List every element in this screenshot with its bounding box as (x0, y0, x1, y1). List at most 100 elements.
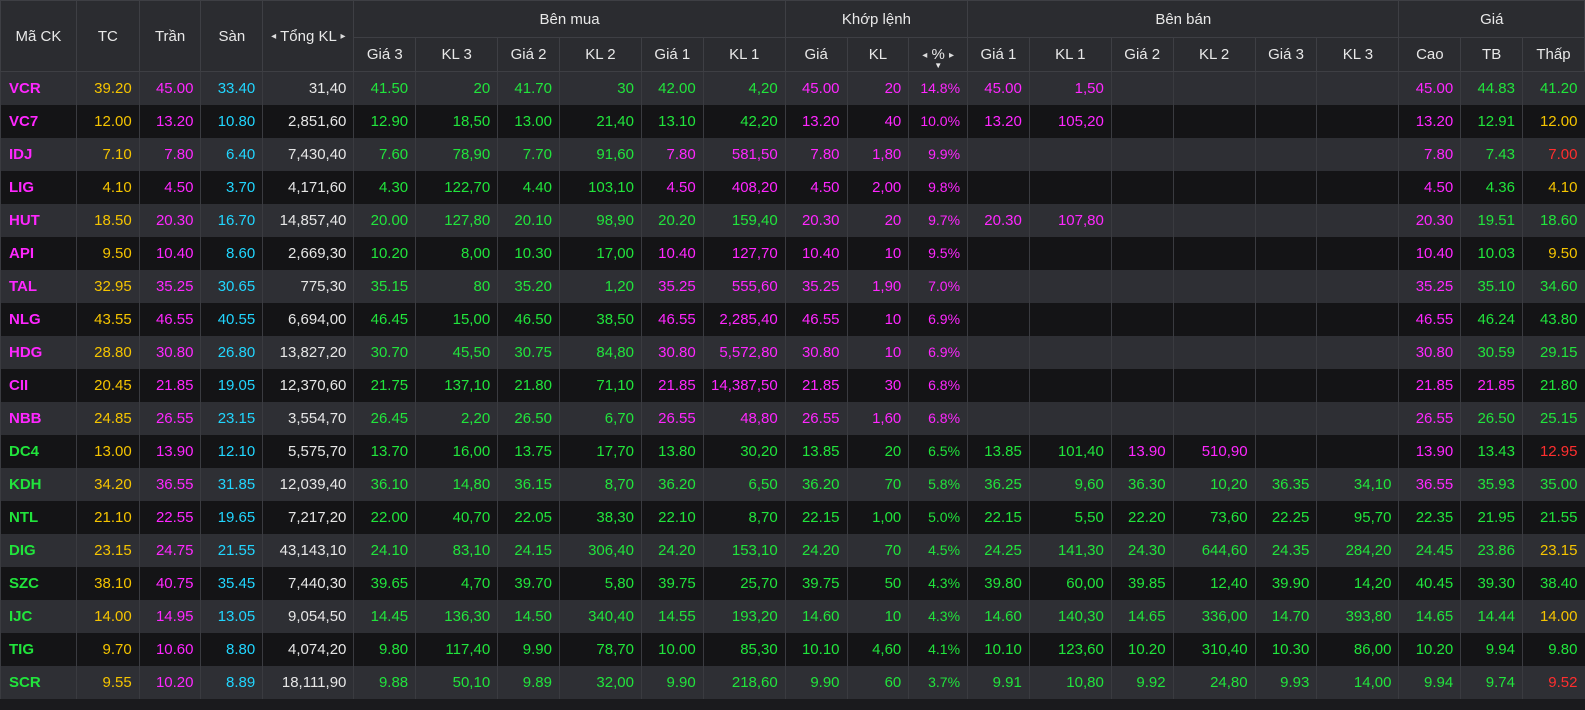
table-row[interactable]: NBB 24.85 26.55 23.15 3,554,70 26.45 2,20 26.50… (0, 401, 1585, 435)
caret-left-icon[interactable]: ◂ (922, 50, 927, 61)
floor-price-cell: 35.45 (200, 566, 263, 600)
col-symbol-header[interactable]: Mã CK (0, 0, 77, 72)
match-percent-header[interactable]: ◂ % ▸ ▼ (908, 37, 969, 72)
table-row[interactable]: KDH 34.20 36.55 31.85 12,039,40 36.10 14,80 36.… (0, 467, 1585, 501)
caret-right-icon[interactable]: ▸ (949, 50, 954, 61)
bid-volume-3-cell: 15,00 (415, 302, 498, 336)
table-row[interactable]: NTL 21.10 22.55 19.65 7,217,20 22.00 40,70 22.0… (0, 500, 1585, 534)
ref-price-cell: 13.00 (75, 434, 140, 468)
table-row[interactable]: NLG 43.55 46.55 40.55 6,694,00 46.45 15,00 46.5… (0, 302, 1585, 336)
table-row[interactable]: IDJ 7.10 7.80 6.40 7,430,40 7.60 78,90 7.70 91,6… (0, 137, 1585, 171)
symbol-cell[interactable]: API (0, 236, 77, 270)
sell-col-header[interactable]: KL 2 (1172, 37, 1256, 72)
table-row[interactable]: DIG 23.15 24.75 21.55 43,143,10 24.10 83,10 24.… (0, 533, 1585, 567)
buy-col-header[interactable]: KL 1 (702, 37, 786, 72)
ask-price-1-cell: 24.25 (967, 533, 1030, 567)
match-percent-cell: 9.9% (908, 137, 968, 171)
symbol-cell[interactable]: HDG (0, 335, 77, 369)
table-row[interactable]: TIG 9.70 10.60 8.80 4,074,20 9.80 117,40 9.90 78… (0, 632, 1585, 666)
col-floor-header[interactable]: Sàn (200, 0, 264, 72)
floor-price-cell: 19.05 (200, 368, 263, 402)
table-row[interactable]: HDG 28.80 30.80 26.80 13,827,20 30.70 45,50 30.… (0, 335, 1585, 369)
high-price-cell: 7.80 (1398, 137, 1461, 171)
symbol-cell[interactable]: TAL (0, 269, 77, 303)
symbol-cell[interactable]: NLG (0, 302, 77, 336)
sell-col-header[interactable]: Giá 1 (967, 37, 1030, 72)
avg-price-cell: 46.24 (1460, 302, 1523, 336)
table-row[interactable]: API 9.50 10.40 8.60 2,669,30 10.20 8,00 10.30 17… (0, 236, 1585, 270)
match-price-cell: 45.00 (784, 71, 848, 105)
table-row[interactable]: SCR 9.55 10.20 8.89 18,111,90 9.88 50,10 9.89 32… (0, 665, 1585, 699)
sell-col-header[interactable]: KL 1 (1028, 37, 1112, 72)
symbol-cell[interactable]: VC7 (0, 104, 77, 138)
symbol-cell[interactable]: VCR (0, 71, 77, 105)
symbol-cell[interactable]: DC4 (0, 434, 77, 468)
match-volume-header[interactable]: KL (846, 37, 910, 72)
floor-price-cell: 33.40 (200, 71, 263, 105)
price-col-header[interactable]: Thấp (1522, 37, 1585, 72)
match-volume-cell: 4,60 (846, 632, 909, 666)
ask-price-2-cell (1110, 170, 1174, 204)
caret-right-icon[interactable]: ▸ (340, 31, 345, 42)
low-price-cell: 25.15 (1522, 401, 1585, 435)
sell-group-header: Bên bán (967, 0, 1400, 38)
table-row[interactable]: LIG 4.10 4.50 3.70 4,171,60 4.30 122,70 4.40 103… (0, 170, 1585, 204)
buy-col-header[interactable]: Giá 2 (497, 37, 560, 72)
symbol-cell[interactable]: TIG (0, 632, 77, 666)
ask-volume-1-cell: 123,60 (1028, 632, 1112, 666)
bid-volume-2-cell: 38,50 (558, 302, 642, 336)
match-price-header[interactable]: Giá (784, 37, 848, 72)
bid-price-1-cell: 26.55 (640, 401, 704, 435)
bid-volume-1-cell: 581,50 (702, 137, 786, 171)
floor-price-cell: 6.40 (200, 137, 263, 171)
caret-left-icon[interactable]: ◂ (271, 31, 276, 42)
symbol-cell[interactable]: IDJ (0, 137, 77, 171)
ask-price-2-cell (1110, 269, 1174, 303)
symbol-cell[interactable]: NBB (0, 401, 77, 435)
symbol-cell[interactable]: SCR (0, 665, 77, 699)
sort-desc-icon[interactable]: ▼ (934, 61, 942, 70)
table-row[interactable]: DC4 13.00 13.90 12.10 5,575,70 13.70 16,00 13.7… (0, 434, 1585, 468)
symbol-cell[interactable]: LIG (0, 170, 77, 204)
bid-price-2-cell: 22.05 (497, 500, 560, 534)
price-col-header[interactable]: Cao (1398, 37, 1462, 72)
price-col-header[interactable]: TB (1460, 37, 1523, 72)
bid-price-3-cell: 20.00 (353, 203, 416, 237)
symbol-cell[interactable]: HUT (0, 203, 77, 237)
buy-col-header[interactable]: KL 3 (415, 37, 499, 72)
buy-col-header[interactable]: Giá 3 (353, 37, 417, 72)
ceiling-price-cell: 40.75 (138, 566, 201, 600)
bid-price-2-cell: 24.15 (497, 533, 560, 567)
symbol-cell[interactable]: NTL (0, 500, 77, 534)
low-price-cell: 29.15 (1522, 335, 1585, 369)
table-row[interactable]: HUT 18.50 20.30 16.70 14,857,40 20.00 127,80 20… (0, 203, 1585, 237)
symbol-cell[interactable]: SZC (0, 566, 77, 600)
table-row[interactable]: SZC 38.10 40.75 35.45 7,440,30 39.65 4,70 39.70… (0, 566, 1585, 600)
buy-col-header[interactable]: KL 2 (558, 37, 642, 72)
symbol-cell[interactable]: IJC (0, 599, 77, 633)
table-row[interactable]: TAL 32.95 35.25 30.65 775,30 35.15 80 35.20 1,20… (0, 269, 1585, 303)
table-row[interactable]: CII 20.45 21.85 19.05 12,370,60 21.75 137,10 21… (0, 368, 1585, 402)
ask-price-2-cell (1110, 203, 1174, 237)
sell-col-header[interactable]: Giá 3 (1254, 37, 1318, 72)
match-volume-cell: 50 (846, 566, 909, 600)
table-row[interactable]: VCR 39.20 45.00 33.40 31,40 41.50 20 41.70 30 42.… (0, 71, 1585, 105)
symbol-cell[interactable]: CII (0, 368, 77, 402)
sell-col-header[interactable]: KL 3 (1316, 37, 1400, 72)
col-total-header[interactable]: ◂ Tổng KL ▸ (262, 0, 355, 72)
bid-volume-1-cell: 555,60 (702, 269, 786, 303)
symbol-cell[interactable]: DIG (0, 533, 77, 567)
symbol-cell[interactable]: KDH (0, 467, 77, 501)
table-row[interactable]: VC7 12.00 13.20 10.80 2,851,60 12.90 18,50 13.0… (0, 104, 1585, 138)
bid-price-1-cell: 7.80 (640, 137, 704, 171)
buy-col-header[interactable]: Giá 1 (640, 37, 704, 72)
high-price-cell: 30.80 (1398, 335, 1461, 369)
ceiling-price-cell: 14.95 (138, 599, 201, 633)
col-ceil-header[interactable]: Trần (138, 0, 202, 72)
col-ref-header[interactable]: TC (75, 0, 140, 72)
low-price-cell: 9.50 (1522, 236, 1585, 270)
ask-volume-3-cell (1316, 104, 1399, 138)
ask-price-1-cell: 39.80 (967, 566, 1030, 600)
sell-col-header[interactable]: Giá 2 (1110, 37, 1174, 72)
table-row[interactable]: IJC 14.00 14.95 13.05 9,054,50 14.45 136,30 14.… (0, 599, 1585, 633)
